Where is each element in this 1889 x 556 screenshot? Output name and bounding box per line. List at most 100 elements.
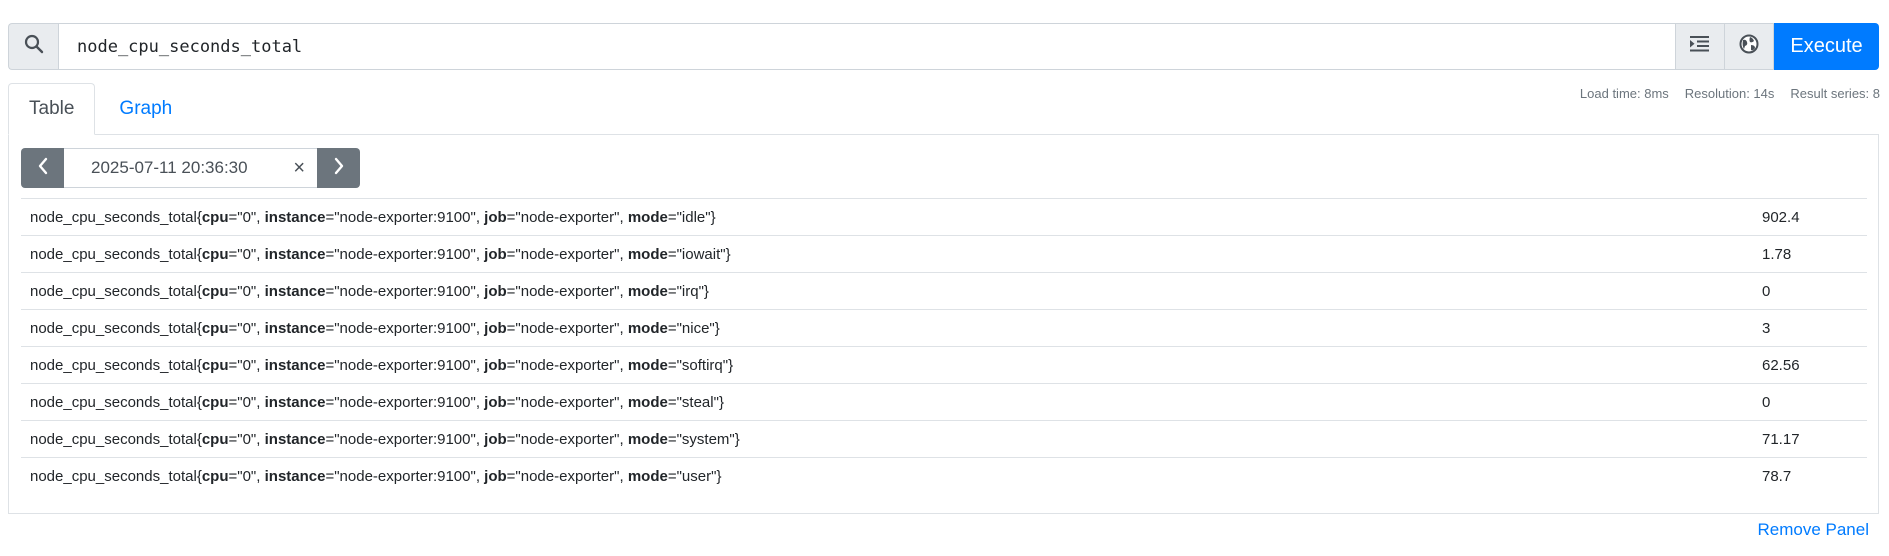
label-value: "node-exporter:9100" <box>334 208 476 226</box>
label-value: "node-exporter:9100" <box>334 467 476 485</box>
label-value: "node-exporter:9100" <box>334 393 476 411</box>
close-icon[interactable]: × <box>293 157 305 180</box>
label-key: job <box>484 430 507 448</box>
label-key: cpu <box>201 208 229 226</box>
table-row: node_cpu_seconds_total{cpu="0", instance… <box>21 346 1867 383</box>
table-panel: 2025-07-11 20:36:30 × node_cpu_seconds_t… <box>8 134 1879 514</box>
indent-format-icon <box>1690 35 1710 58</box>
next-time-button[interactable] <box>317 148 360 188</box>
resolution: Resolution: 14s <box>1684 86 1775 101</box>
globe-icon <box>1739 34 1759 59</box>
query-input[interactable]: node_cpu_seconds_total <box>58 23 1676 70</box>
label-key: instance <box>264 356 326 374</box>
series-label: node_cpu_seconds_total{cpu="0", instance… <box>30 467 722 485</box>
series-label: node_cpu_seconds_total{cpu="0", instance… <box>30 393 724 411</box>
evaluation-time-input[interactable]: 2025-07-11 20:36:30 × <box>64 148 317 188</box>
label-value: "steal" <box>676 393 719 411</box>
label-value: "idle" <box>676 208 711 226</box>
label-key: instance <box>264 393 326 411</box>
label-key: cpu <box>201 430 229 448</box>
series-label: node_cpu_seconds_total{cpu="0", instance… <box>30 282 709 300</box>
label-key: mode <box>627 467 668 485</box>
label-key: instance <box>264 282 326 300</box>
label-value: "system" <box>676 430 735 448</box>
label-key: mode <box>627 430 668 448</box>
series-value: 71.17 <box>1762 430 1800 448</box>
label-key: mode <box>627 282 668 300</box>
label-value: "0" <box>237 430 257 448</box>
series-label: node_cpu_seconds_total{cpu="0", instance… <box>30 245 731 263</box>
table-row: node_cpu_seconds_total{cpu="0", instance… <box>21 383 1867 420</box>
label-value: "0" <box>237 319 257 337</box>
series-value: 3 <box>1762 319 1771 337</box>
label-key: cpu <box>201 393 229 411</box>
label-key: cpu <box>201 467 229 485</box>
label-key: instance <box>264 245 326 263</box>
label-value: "0" <box>237 282 257 300</box>
label-value: "nice" <box>676 319 715 337</box>
metric-name: node_cpu_seconds_total <box>30 319 197 337</box>
label-key: mode <box>627 393 668 411</box>
metric-name: node_cpu_seconds_total <box>30 282 197 300</box>
metric-name: node_cpu_seconds_total <box>30 467 197 485</box>
evaluation-time-control: 2025-07-11 20:36:30 × <box>21 148 360 188</box>
prev-time-button[interactable] <box>21 148 64 188</box>
label-value: "node-exporter" <box>515 393 620 411</box>
table-row: node_cpu_seconds_total{cpu="0", instance… <box>21 420 1867 457</box>
metrics-explorer-button[interactable] <box>1725 23 1774 70</box>
search-addon <box>8 23 58 70</box>
label-key: cpu <box>201 245 229 263</box>
label-value: "node-exporter" <box>515 467 620 485</box>
query-stats: Load time: 8ms Resolution: 14s Result se… <box>1580 86 1880 101</box>
results-table: node_cpu_seconds_total{cpu="0", instance… <box>21 198 1867 494</box>
label-key: instance <box>264 319 326 337</box>
tab-table[interactable]: Table <box>8 83 96 135</box>
label-value: "node-exporter" <box>515 208 620 226</box>
chevron-right-icon <box>333 157 345 180</box>
label-key: instance <box>264 208 326 226</box>
tab-graph[interactable]: Graph <box>95 83 192 134</box>
format-query-button[interactable] <box>1676 23 1725 70</box>
label-key: job <box>484 467 507 485</box>
label-value: "node-exporter" <box>515 319 620 337</box>
label-value: "user" <box>676 467 717 485</box>
label-value: "0" <box>237 467 257 485</box>
query-bar: node_cpu_seconds_total Execute <box>8 23 1879 70</box>
series-value: 1.78 <box>1762 245 1792 263</box>
label-key: job <box>484 282 507 300</box>
series-value: 902.4 <box>1762 208 1800 226</box>
metric-name: node_cpu_seconds_total <box>30 430 197 448</box>
table-row: node_cpu_seconds_total{cpu="0", instance… <box>21 198 1867 235</box>
execute-button[interactable]: Execute <box>1774 23 1879 70</box>
label-value: "0" <box>237 393 257 411</box>
label-value: "0" <box>237 208 257 226</box>
label-key: mode <box>627 319 668 337</box>
series-label: node_cpu_seconds_total{cpu="0", instance… <box>30 430 740 448</box>
panel-tabs: Table Graph <box>8 83 192 135</box>
table-row: node_cpu_seconds_total{cpu="0", instance… <box>21 272 1867 309</box>
label-key: job <box>484 208 507 226</box>
label-value: "node-exporter" <box>515 430 620 448</box>
label-key: mode <box>627 356 668 374</box>
label-value: "node-exporter:9100" <box>334 319 476 337</box>
label-key: cpu <box>201 282 229 300</box>
label-key: mode <box>627 245 668 263</box>
label-key: cpu <box>201 319 229 337</box>
label-key: instance <box>264 467 326 485</box>
label-value: "softirq" <box>676 356 729 374</box>
series-label: node_cpu_seconds_total{cpu="0", instance… <box>30 356 734 374</box>
metric-name: node_cpu_seconds_total <box>30 245 197 263</box>
result-series: Result series: 8 <box>1790 86 1880 101</box>
remove-panel-link[interactable]: Remove Panel <box>1757 520 1869 540</box>
series-value: 78.7 <box>1762 467 1792 485</box>
label-value: "node-exporter:9100" <box>334 430 476 448</box>
metric-name: node_cpu_seconds_total <box>30 356 197 374</box>
metric-name: node_cpu_seconds_total <box>30 393 197 411</box>
evaluation-time-value: 2025-07-11 20:36:30 <box>91 158 248 177</box>
label-key: job <box>484 245 507 263</box>
series-value: 0 <box>1762 282 1771 300</box>
label-key: cpu <box>201 356 229 374</box>
label-value: "0" <box>237 356 257 374</box>
label-key: instance <box>264 430 326 448</box>
label-value: "0" <box>237 245 257 263</box>
